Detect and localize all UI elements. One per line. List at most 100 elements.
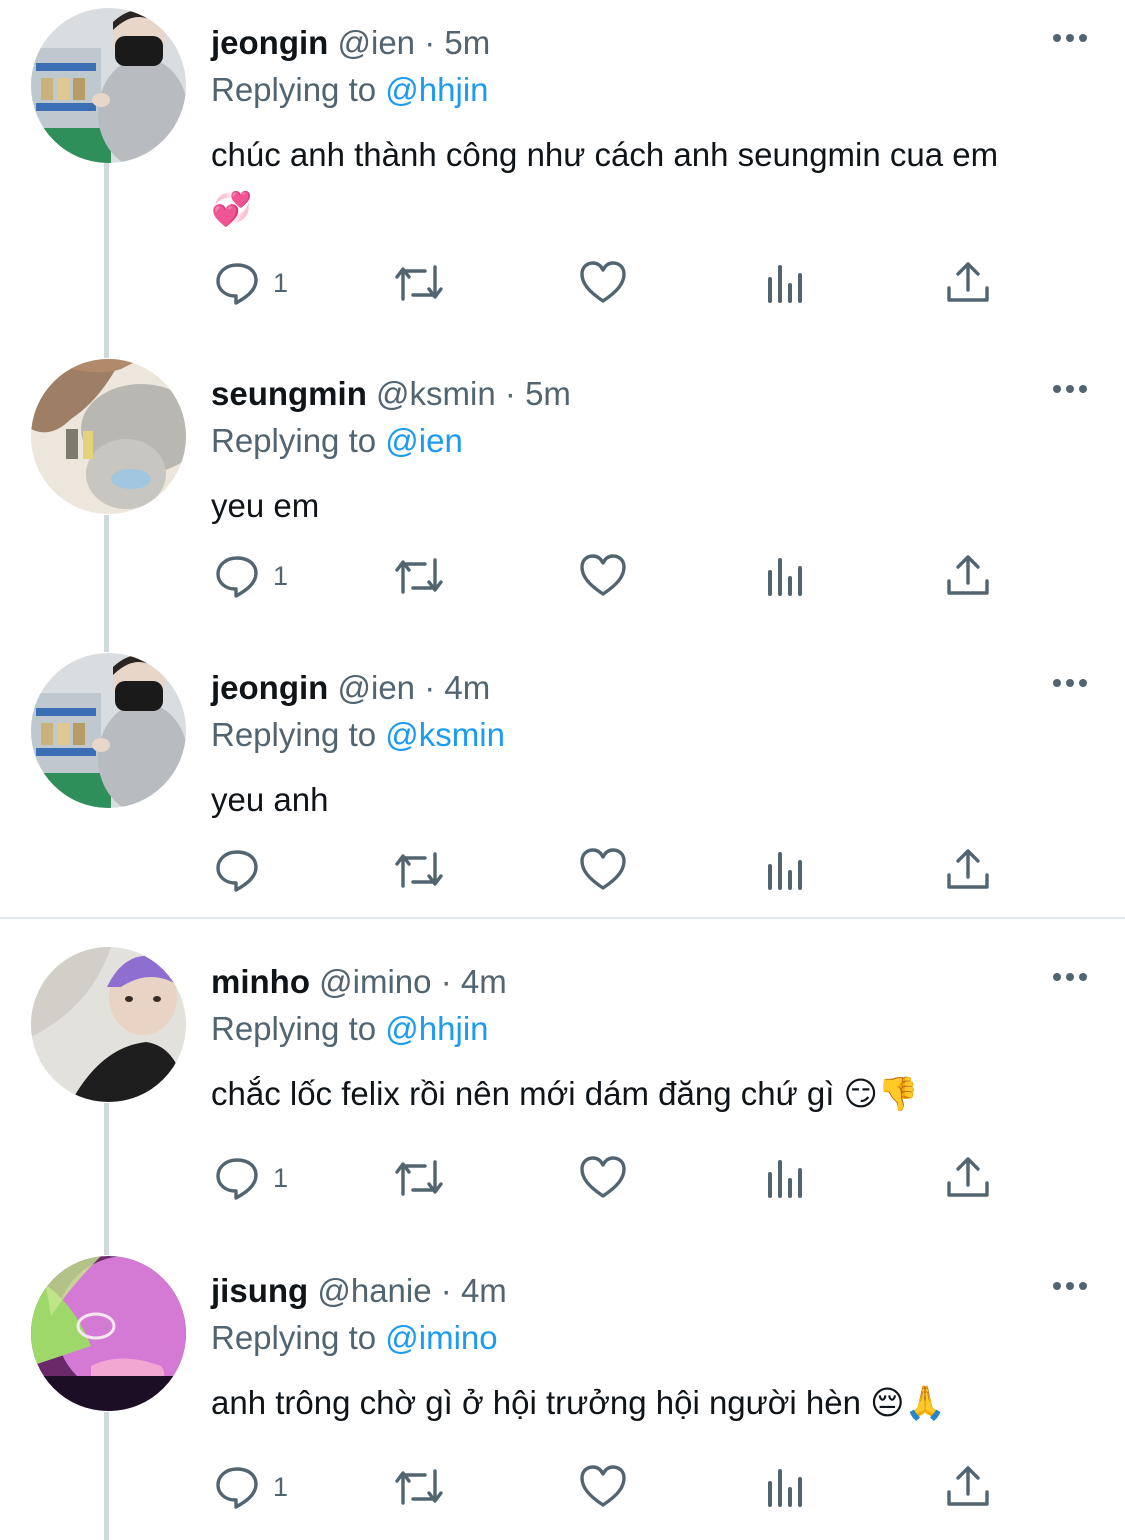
share-button[interactable]	[945, 1153, 991, 1203]
more-options-icon[interactable]	[1051, 32, 1089, 44]
tweet-header: minho @imino · 4m	[211, 965, 507, 998]
reply-button[interactable]	[213, 845, 273, 895]
share-button[interactable]	[945, 551, 991, 601]
reply-button[interactable]: 1	[213, 1462, 288, 1512]
tweet-text: chúc anh thành công như cách anh seungmi…	[211, 128, 1091, 236]
replying-to-label: Replying to	[211, 1319, 377, 1356]
more-options-icon[interactable]	[1051, 1280, 1089, 1292]
share-button[interactable]	[945, 1462, 991, 1512]
tweet-text-body: chắc lốc felix rồi nên mới dám đăng chứ …	[211, 1075, 835, 1112]
heart-icon	[578, 1154, 628, 1202]
tweet-text-body: yeu em	[211, 487, 320, 524]
reply-to-mention[interactable]: @imino	[385, 1319, 497, 1356]
views-button[interactable]	[765, 845, 807, 895]
reply-button[interactable]: 1	[213, 551, 288, 601]
timestamp[interactable]: 4m	[444, 669, 490, 706]
tweet-text: chắc lốc felix rồi nên mới dám đăng chứ …	[211, 1067, 1091, 1121]
reply-icon	[213, 552, 261, 600]
reply-icon	[213, 1463, 261, 1511]
retweet-button[interactable]	[391, 551, 447, 601]
more-options-icon[interactable]	[1051, 383, 1089, 395]
like-button[interactable]	[578, 845, 628, 895]
retweet-button[interactable]	[391, 1462, 447, 1512]
share-button[interactable]	[945, 845, 991, 895]
reply-button[interactable]: 1	[213, 1153, 288, 1203]
handle[interactable]: @ien	[338, 24, 416, 61]
separator-dot: ·	[424, 669, 436, 706]
avatar[interactable]	[31, 359, 186, 514]
retweet-button[interactable]	[391, 258, 447, 308]
separator-dot: ·	[504, 375, 516, 412]
share-button[interactable]	[945, 258, 991, 308]
tweet-text-body: anh trông chờ gì ở hội trưởng hội người …	[211, 1384, 861, 1421]
tweet-text: yeu em	[211, 479, 1091, 533]
replying-to-label: Replying to	[211, 1010, 377, 1047]
timestamp[interactable]: 4m	[461, 1272, 507, 1309]
reply-count: 1	[273, 1471, 289, 1502]
reply-to-mention[interactable]: @hhjin	[385, 1010, 488, 1047]
tweet[interactable]: minho @imino · 4m Replying to @hhjin chắ…	[0, 947, 1125, 1237]
reply-to-mention[interactable]: @ien	[385, 422, 463, 459]
views-button[interactable]	[765, 551, 807, 601]
like-button[interactable]	[578, 1153, 628, 1203]
avatar[interactable]	[31, 947, 186, 1102]
avatar[interactable]	[31, 653, 186, 808]
tweet[interactable]: jisung @hanie · 4m Replying to @imino an…	[0, 1256, 1125, 1540]
tweet[interactable]: jeongin @ien · 5m Replying to @hhjin chú…	[0, 8, 1125, 328]
avatar[interactable]	[31, 1256, 186, 1411]
views-button[interactable]	[765, 258, 807, 308]
tweet[interactable]: seungmin @ksmin · 5m Replying to @ien ye…	[0, 359, 1125, 629]
action-bar: 1	[211, 258, 1011, 308]
share-icon	[945, 260, 991, 306]
tweet-header: jeongin @ien · 5m	[211, 26, 490, 59]
retweet-icon	[391, 1154, 447, 1202]
heart-icon	[578, 259, 628, 307]
more-options-icon[interactable]	[1051, 971, 1089, 983]
heart-icon	[578, 1463, 628, 1511]
tweet-header: jisung @hanie · 4m	[211, 1274, 507, 1307]
like-button[interactable]	[578, 551, 628, 601]
reply-to-mention[interactable]: @ksmin	[385, 716, 505, 753]
handle[interactable]: @ien	[338, 669, 416, 706]
retweet-icon	[391, 552, 447, 600]
tweet-header: seungmin @ksmin · 5m	[211, 377, 571, 410]
timestamp[interactable]: 4m	[461, 963, 507, 1000]
analytics-icon	[765, 261, 807, 305]
handle[interactable]: @ksmin	[376, 375, 496, 412]
tweet-emoji: 😔🙏	[870, 1383, 946, 1422]
timestamp[interactable]: 5m	[525, 375, 571, 412]
retweet-button[interactable]	[391, 845, 447, 895]
separator-dot: ·	[440, 1272, 452, 1309]
display-name[interactable]: jeongin	[211, 24, 328, 61]
share-icon	[945, 553, 991, 599]
avatar[interactable]	[31, 8, 186, 163]
reply-count: 1	[273, 1162, 289, 1193]
handle[interactable]: @imino	[319, 963, 431, 1000]
reply-count: 1	[273, 267, 289, 298]
action-bar	[211, 845, 1011, 895]
display-name[interactable]: jeongin	[211, 669, 328, 706]
tweet-emoji: 😏👎	[843, 1074, 920, 1113]
analytics-icon	[765, 1156, 807, 1200]
views-button[interactable]	[765, 1153, 807, 1203]
retweet-icon	[391, 1463, 447, 1511]
views-button[interactable]	[765, 1462, 807, 1512]
tweet-header: jeongin @ien · 4m	[211, 671, 490, 704]
tweet[interactable]: jeongin @ien · 4m Replying to @ksmin yeu…	[0, 653, 1125, 913]
more-options-icon[interactable]	[1051, 677, 1089, 689]
handle[interactable]: @hanie	[317, 1272, 431, 1309]
analytics-icon	[765, 848, 807, 892]
display-name[interactable]: seungmin	[211, 375, 367, 412]
retweet-button[interactable]	[391, 1153, 447, 1203]
reply-icon	[213, 259, 261, 307]
like-button[interactable]	[578, 258, 628, 308]
reply-icon	[213, 846, 261, 894]
action-bar: 1	[211, 1153, 1011, 1203]
heart-icon	[578, 846, 628, 894]
reply-button[interactable]: 1	[213, 258, 288, 308]
like-button[interactable]	[578, 1462, 628, 1512]
display-name[interactable]: jisung	[211, 1272, 308, 1309]
display-name[interactable]: minho	[211, 963, 310, 1000]
reply-to-mention[interactable]: @hhjin	[385, 71, 488, 108]
timestamp[interactable]: 5m	[444, 24, 490, 61]
